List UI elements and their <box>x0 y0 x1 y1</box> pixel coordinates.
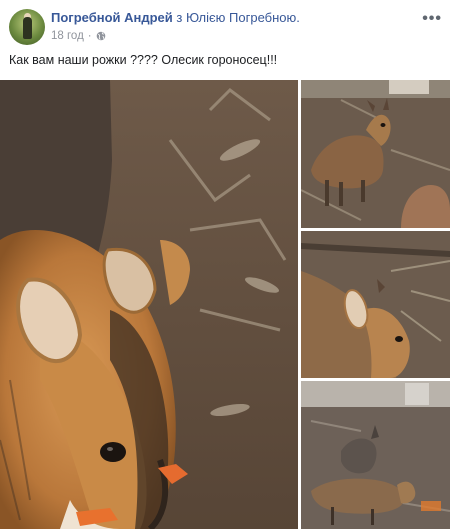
post-text: Как вам наши рожки ???? Олесик гороносец… <box>9 53 278 67</box>
author-name[interactable]: Погребной Андрей <box>51 10 173 25</box>
photo-deer-group[interactable] <box>301 381 450 529</box>
author-avatar[interactable] <box>9 9 45 45</box>
author-line: Погребной Андрей з Юлією Погребною. <box>51 10 300 25</box>
globe-icon[interactable] <box>96 31 106 41</box>
post-time[interactable]: 18 год <box>51 30 84 42</box>
post-meta: 18 год · <box>51 30 106 42</box>
avatar-figure <box>23 17 32 39</box>
with-word: з <box>176 10 183 25</box>
tagged-person[interactable]: Юлією Погребною. <box>186 10 300 25</box>
photo-grid <box>0 80 450 529</box>
photo-deer-side[interactable] <box>301 231 450 378</box>
photo-deer-standing[interactable] <box>301 80 450 228</box>
meta-separator: · <box>87 30 92 42</box>
more-dots-icon[interactable]: ••• <box>422 10 442 28</box>
post-header: Погребной Андрей з Юлією Погребною. 18 г… <box>0 0 450 48</box>
photo-deer-closeup[interactable] <box>0 80 298 529</box>
